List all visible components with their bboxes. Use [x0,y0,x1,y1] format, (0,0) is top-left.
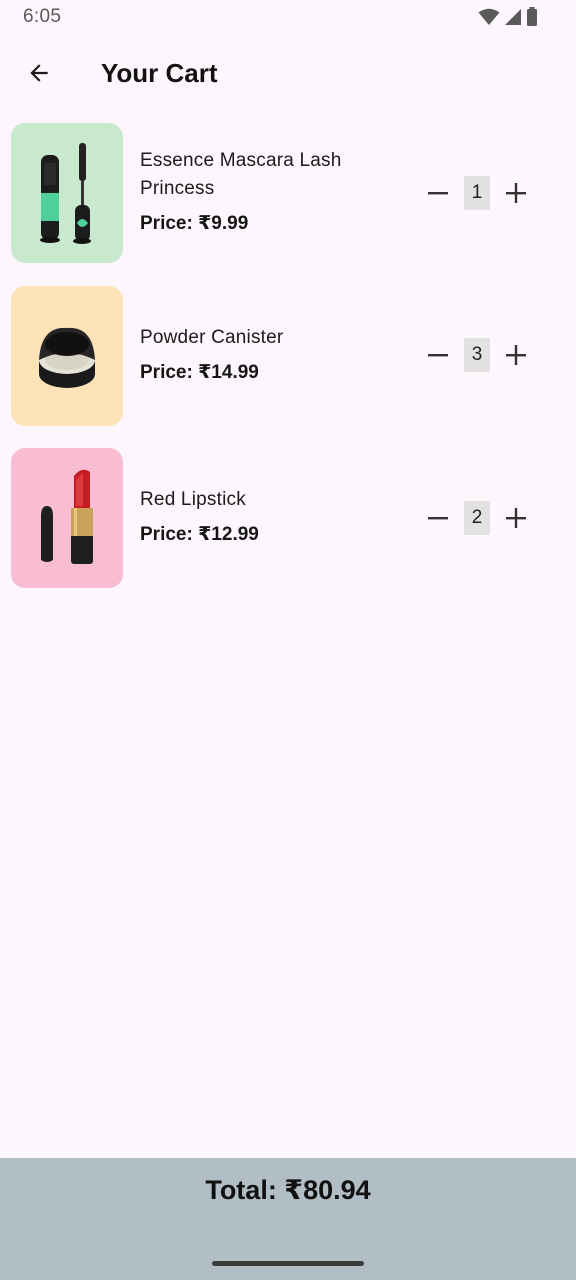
plus-icon [506,344,526,365]
thumb-bg [11,123,123,263]
signal-icon [505,8,521,25]
plus-icon [506,183,526,203]
cart-item-mascara: Essence Mascara Lash Princess Price: ₹9.… [0,123,576,286]
minus-icon [428,517,448,520]
wifi-icon [478,8,500,25]
app-bar: Your Cart [0,42,576,106]
battery-icon [527,7,537,26]
item-info: Red Lipstick Price: ₹12.99 [140,486,400,546]
increase-button[interactable] [496,335,536,375]
item-name: Essence Mascara Lash Princess [140,150,342,199]
decrease-button[interactable] [418,498,458,538]
quantity-value: 3 [464,337,490,372]
status-icons [478,7,538,26]
status-time: 6:05 [23,6,62,27]
home-indicator[interactable] [212,1261,364,1266]
thumb-bg [11,448,123,588]
quantity-value: 2 [464,501,490,535]
quantity-stepper: 2 [418,498,558,538]
cart-item-lipstick: Red Lipstick Price: ₹12.99 2 [0,448,576,611]
lipstick-image [11,448,123,588]
increase-button[interactable] [496,498,536,538]
cart-list: Essence Mascara Lash Princess Price: ₹9.… [0,123,576,611]
page-title: Your Cart [101,58,218,88]
increase-button[interactable] [496,173,536,213]
item-name: Powder Canister [140,326,284,348]
quantity-stepper: 3 [418,335,558,375]
quantity-value: 1 [464,176,490,210]
plus-icon [506,508,526,528]
decrease-button[interactable] [418,173,458,213]
quantity-stepper: 1 [418,173,558,213]
minus-icon [428,353,448,356]
status-bar: 6:05 [0,0,576,34]
arrow-left-icon [30,64,48,82]
item-name: Red Lipstick [140,489,246,510]
item-price: Price: ₹9.99 [140,213,249,234]
item-info: Powder Canister Price: ₹14.99 [140,324,400,384]
back-button[interactable] [18,52,60,94]
product-image-lipstick[interactable] [11,448,123,588]
product-image-powder[interactable] [11,285,123,426]
cart-total: Total: ₹80.94 [205,1175,371,1205]
powder-image [11,285,123,426]
decrease-button[interactable] [418,335,458,375]
total-bar: Total: ₹80.94 [0,1158,576,1280]
product-image-mascara[interactable] [11,123,123,263]
item-price: Price: ₹14.99 [140,361,259,383]
item-price: Price: ₹12.99 [140,524,259,545]
cart-item-powder: Powder Canister Price: ₹14.99 3 [0,285,576,449]
mascara-image [11,123,123,263]
item-info: Essence Mascara Lash Princess Price: ₹9.… [140,147,400,235]
minus-icon [428,192,448,195]
